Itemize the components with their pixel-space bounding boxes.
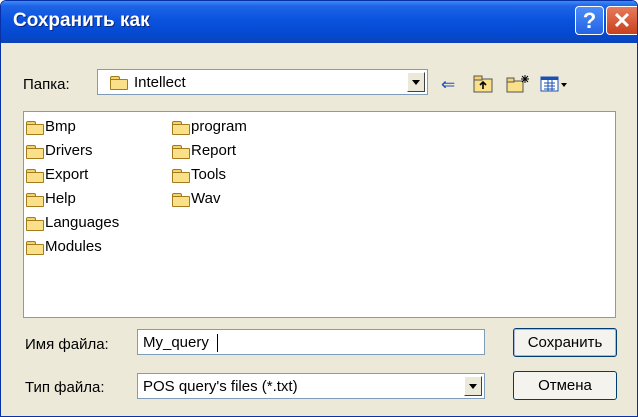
folder-icon xyxy=(26,120,44,135)
dialog-title: Сохранить как xyxy=(13,10,150,31)
folder-up-icon[interactable] xyxy=(473,74,495,96)
folder-combo[interactable]: Intellect xyxy=(97,69,428,95)
folder-icon xyxy=(26,216,44,231)
list-item[interactable]: Report xyxy=(172,141,236,161)
folder-icon xyxy=(26,168,44,183)
list-item[interactable]: program xyxy=(172,117,247,137)
filetype-label: Тип файла: xyxy=(25,379,105,396)
folder-combo-value: Intellect xyxy=(134,74,186,91)
file-list[interactable]: Bmp Drivers Export Help Languages Module… xyxy=(23,111,616,318)
filename-value: My_query xyxy=(143,334,209,351)
filename-input[interactable]: My_query xyxy=(137,329,485,355)
text-cursor xyxy=(217,334,218,352)
help-button[interactable]: ? xyxy=(575,6,604,35)
new-folder-icon[interactable] xyxy=(506,74,530,96)
folder-icon xyxy=(172,168,190,183)
folder-icon xyxy=(172,192,190,207)
folder-dropdown-button[interactable] xyxy=(407,72,425,92)
folder-icon xyxy=(110,76,128,90)
cancel-button[interactable]: Отмена xyxy=(513,371,617,400)
save-as-dialog: Сохранить как ? ✕ Папка: Intellect ⇐ Bmp… xyxy=(0,0,638,417)
close-button[interactable]: ✕ xyxy=(606,6,637,35)
list-item[interactable]: Drivers xyxy=(26,141,93,161)
list-item[interactable]: Tools xyxy=(172,165,226,185)
list-item[interactable]: Wav xyxy=(172,189,220,209)
view-menu-icon[interactable] xyxy=(540,74,570,96)
list-item[interactable]: Export xyxy=(26,165,88,185)
filetype-value: POS query's files (*.txt) xyxy=(143,378,298,395)
filename-label: Имя файла: xyxy=(25,336,109,353)
list-item[interactable]: Languages xyxy=(26,213,119,233)
folder-icon xyxy=(26,240,44,255)
back-icon[interactable]: ⇐ xyxy=(441,74,455,96)
list-item[interactable]: Modules xyxy=(26,237,102,257)
folder-icon xyxy=(26,144,44,159)
filetype-combo[interactable]: POS query's files (*.txt) xyxy=(137,373,485,399)
list-item[interactable]: Bmp xyxy=(26,117,76,137)
folder-icon xyxy=(26,192,44,207)
folder-icon xyxy=(172,120,190,135)
save-button[interactable]: Сохранить xyxy=(513,328,617,357)
list-item[interactable]: Help xyxy=(26,189,76,209)
filetype-dropdown-button[interactable] xyxy=(464,376,482,396)
folder-icon xyxy=(172,144,190,159)
question-icon: ? xyxy=(582,8,597,33)
folder-label: Папка: xyxy=(23,76,70,93)
close-icon: ✕ xyxy=(612,8,632,33)
title-bar[interactable]: Сохранить как ? ✕ xyxy=(1,1,637,43)
